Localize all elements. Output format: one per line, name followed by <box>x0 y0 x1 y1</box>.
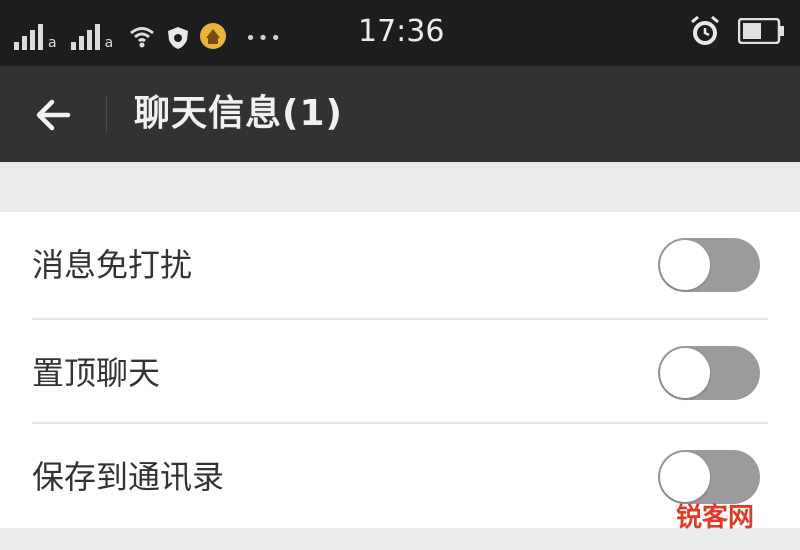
status-icons-left: a a ••• <box>14 14 283 50</box>
setting-label: 保存到通讯录 <box>32 458 225 496</box>
setting-row-pin[interactable]: 置顶聊天 <box>0 320 800 424</box>
mute-toggle[interactable] <box>658 238 760 292</box>
page-title: 聊天信息(1) <box>134 93 343 134</box>
save-contacts-toggle[interactable] <box>658 450 760 504</box>
setting-label: 消息免打扰 <box>32 246 193 284</box>
back-button[interactable] <box>26 88 80 142</box>
toolbar-divider <box>106 96 107 134</box>
app-toolbar: 聊天信息(1) <box>0 66 800 162</box>
watermark-logo: 锐客网 <box>676 503 755 533</box>
shield-icon <box>168 27 189 49</box>
toggle-knob <box>660 240 710 290</box>
setting-label: 置顶聊天 <box>32 354 161 392</box>
more-dots-icon: ••• <box>245 28 284 49</box>
status-time: 17:36 <box>358 14 445 49</box>
pin-chat-toggle[interactable] <box>658 346 760 400</box>
signal-icon: a <box>70 20 114 51</box>
wifi-icon <box>130 27 155 48</box>
setting-row-mute[interactable]: 消息免打扰 <box>0 212 800 316</box>
signal-label: a <box>48 35 57 51</box>
battery-icon <box>738 18 784 44</box>
settings-card: 消息免打扰 置顶聊天 保存到通讯录 <box>0 212 800 528</box>
signal-label: a <box>104 35 114 51</box>
app-icon <box>200 23 227 49</box>
signal-icon: a <box>14 20 57 50</box>
status-bar: a a ••• 17:36 <box>0 0 800 66</box>
alarm-icon <box>691 15 719 45</box>
toggle-knob <box>660 452 710 502</box>
toggle-knob <box>660 348 710 398</box>
